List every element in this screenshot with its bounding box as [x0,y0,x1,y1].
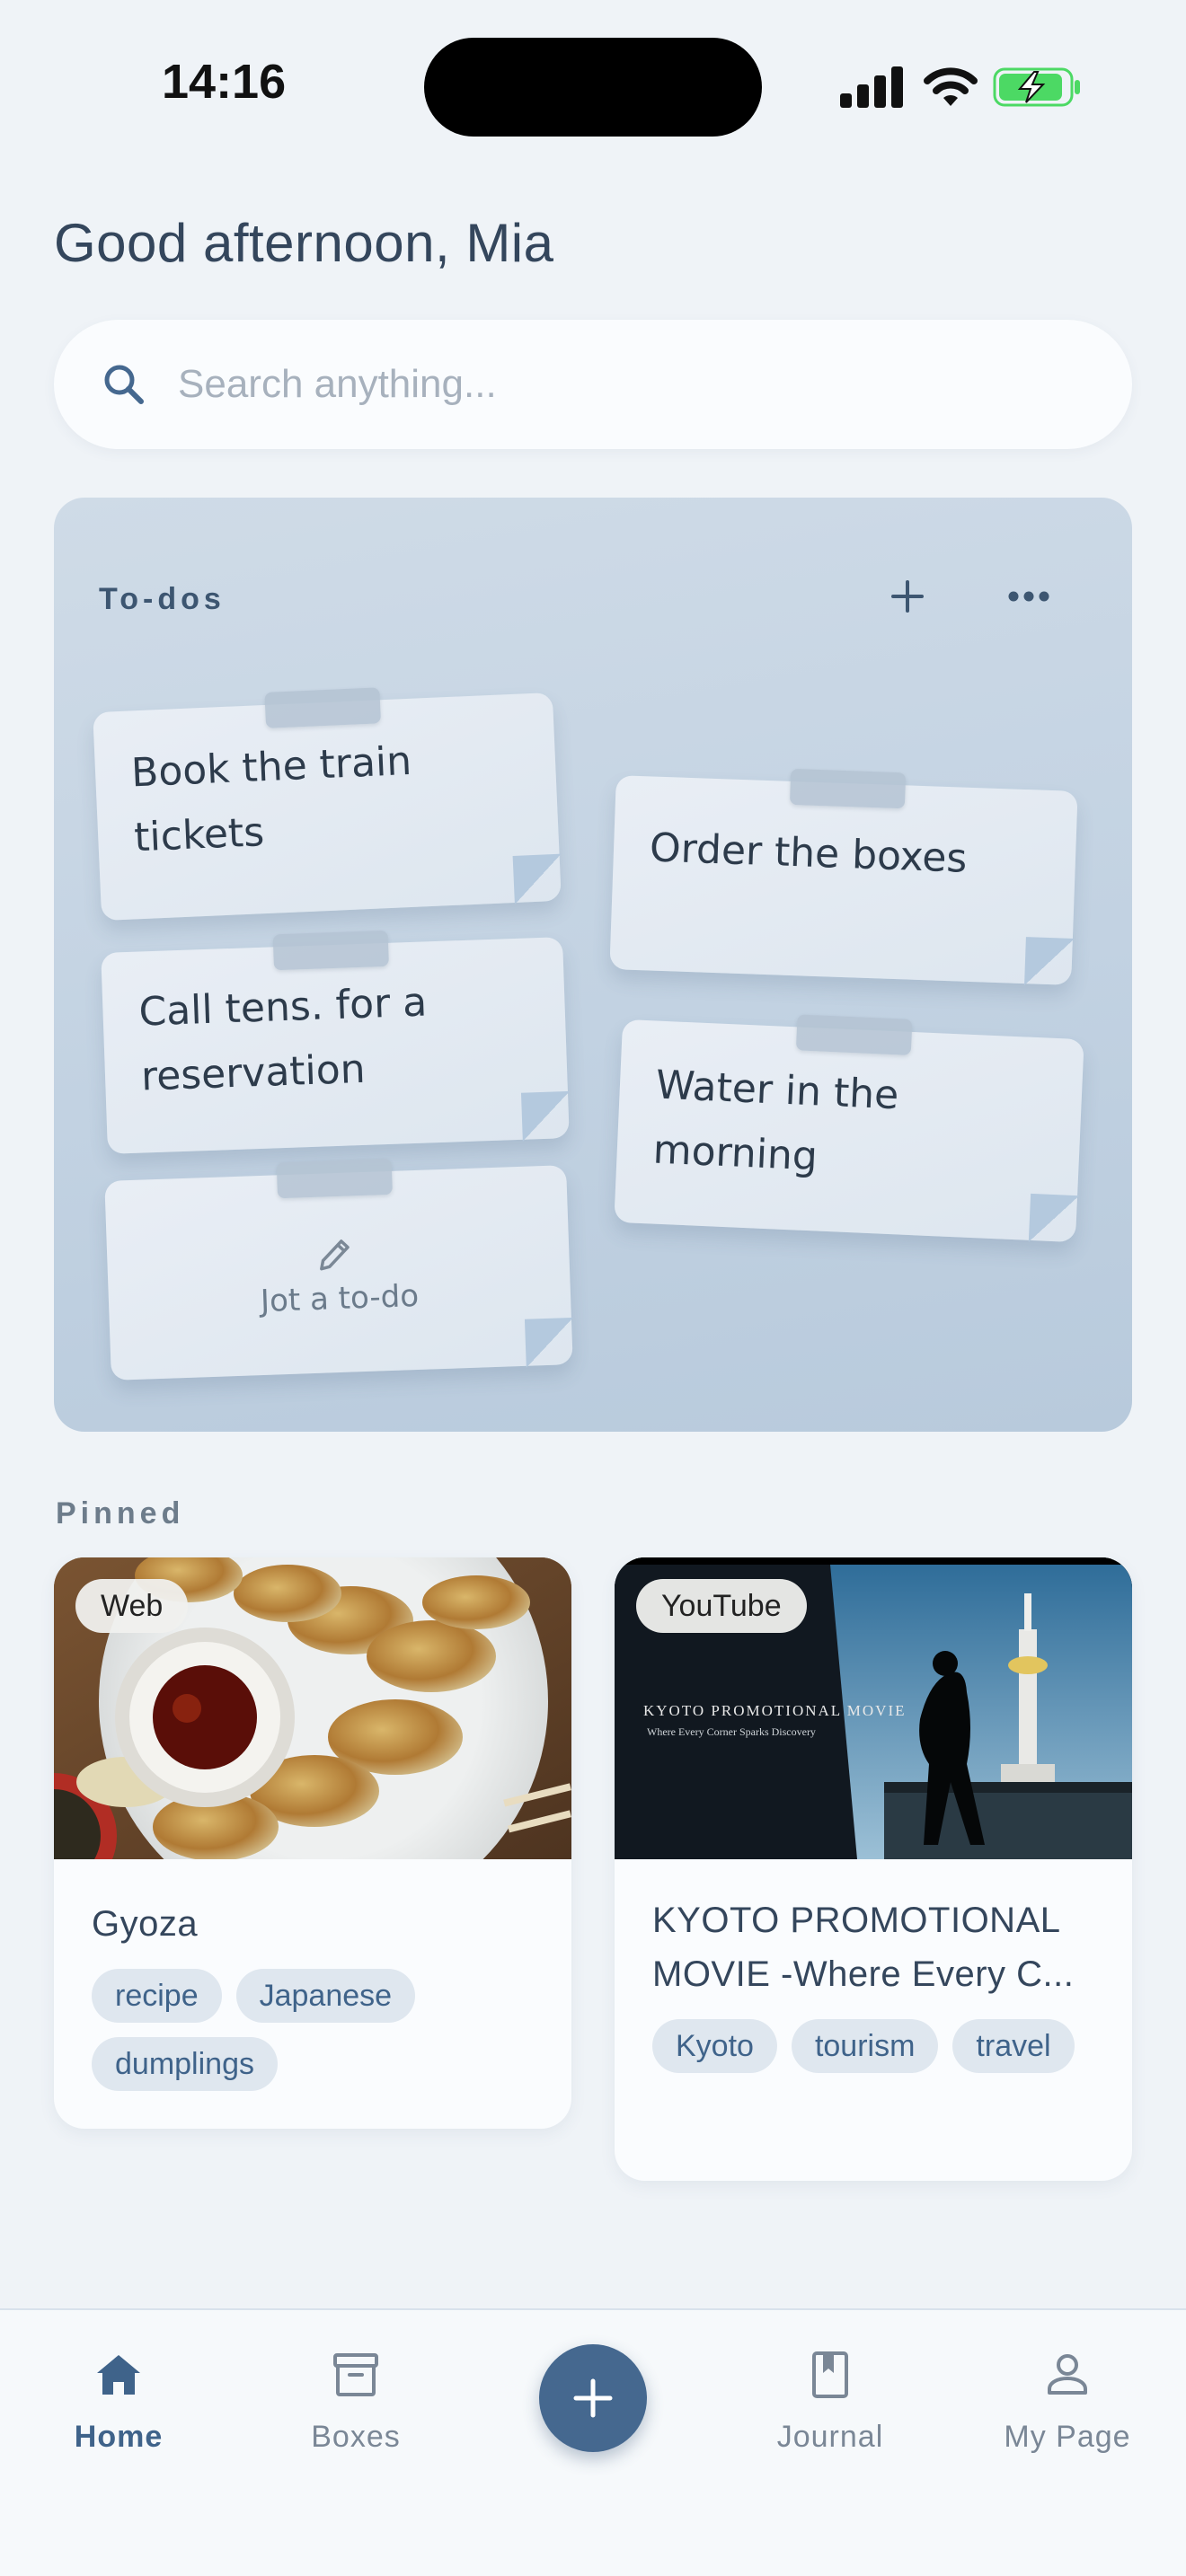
plus-icon [573,2378,613,2418]
search-icon [104,365,144,404]
status-icons [840,63,1083,110]
todo-note[interactable]: Book the train tickets [93,687,562,922]
pinned-card-title: Gyoza [92,1904,199,1944]
archive-box-icon [333,2353,378,2396]
add-fab-button[interactable] [539,2344,647,2452]
kyoto-video-thumbnail: KYOTO PROMOTIONAL MOVIE Where Every Corn… [615,1557,1132,1859]
tag-chip[interactable]: Kyoto [652,2019,777,2073]
thumbnail-subtitle-text: Where Every Corner Sparks Discovery [647,1725,816,1738]
add-todo-button[interactable] [881,569,934,623]
tape-decoration [795,1014,913,1055]
nav-home[interactable]: Home [20,2346,217,2455]
pencil-icon [320,1239,350,1271]
cellular-signal-icon [840,63,903,108]
tag-chip[interactable]: recipe [92,1969,222,2023]
todo-note[interactable]: Call tens. for a reservation [101,930,570,1154]
nav-journal[interactable]: Journal [731,2346,929,2455]
greeting-heading: Good afternoon, Mia [54,213,554,273]
tag-chip[interactable]: tourism [791,2019,939,2073]
tag-chip[interactable]: travel [952,2019,1075,2073]
tape-decoration [264,687,382,728]
pinned-card-title: KYOTO PROMOTIONAL MOVIE -Where Every C..… [652,1901,1075,1994]
todo-note-text: Water in the morning [651,1062,900,1180]
tape-decoration [272,930,389,971]
todo-note[interactable]: Order the boxes [609,768,1078,985]
home-icon [97,2355,140,2395]
nav-my-page-label: My Page [1004,2420,1131,2454]
todos-panel: To-dos Book the train tickets Order the … [54,498,1132,1432]
tape-decoration [789,768,907,809]
tag-chip[interactable]: dumplings [92,2037,278,2091]
tape-decoration [276,1158,393,1199]
pinned-section-title: Pinned [56,1496,185,1531]
bookmark-book-icon [812,2351,848,2398]
status-time: 14:16 [162,55,287,109]
pinned-card[interactable]: KYOTO PROMOTIONAL MOVIE Where Every Corn… [615,1557,1132,2181]
gyoza-thumbnail: Web [54,1557,571,1859]
todos-more-button[interactable] [997,569,1060,623]
pinned-card[interactable]: Web Gyoza recipe Japanese dumplings [54,1557,571,2129]
person-icon [1048,2354,1087,2395]
source-badge: Web [75,1579,189,1633]
todo-note-text: Book the train tickets [130,737,413,861]
battery-charging-icon [993,67,1080,107]
plus-icon [891,580,924,613]
source-badge: YouTube [636,1579,807,1633]
tag-list: Kyoto tourism travel [615,2019,1132,2073]
jot-todo-label: Jot a to-do [260,1277,420,1320]
nav-journal-label: Journal [776,2420,884,2454]
nav-boxes-label: Boxes [311,2420,401,2454]
todo-note-text: Call tens. for a reservation [137,979,428,1100]
dynamic-island [424,38,762,137]
nav-boxes[interactable]: Boxes [257,2346,455,2455]
tag-list: recipe Japanese dumplings [54,1969,571,2091]
ellipsis-icon [1008,591,1049,602]
search-input[interactable] [178,352,1076,417]
bottom-navigation: Home Boxes Journal My Page [0,2308,1186,2576]
todo-note[interactable]: Water in the morning [614,1014,1084,1243]
tag-chip[interactable]: Japanese [235,1969,416,2023]
search-bar[interactable] [54,320,1132,449]
todo-note-text: Order the boxes [649,825,969,882]
nav-my-page[interactable]: My Page [969,2346,1166,2455]
nav-home-label: Home [74,2420,164,2454]
wifi-icon [924,67,978,106]
todos-title: To-dos [99,582,226,616]
new-todo-note[interactable]: Jot a to-do [104,1158,573,1381]
thumbnail-title-text: KYOTO PROMOTIONAL MOVIE [643,1702,907,1719]
